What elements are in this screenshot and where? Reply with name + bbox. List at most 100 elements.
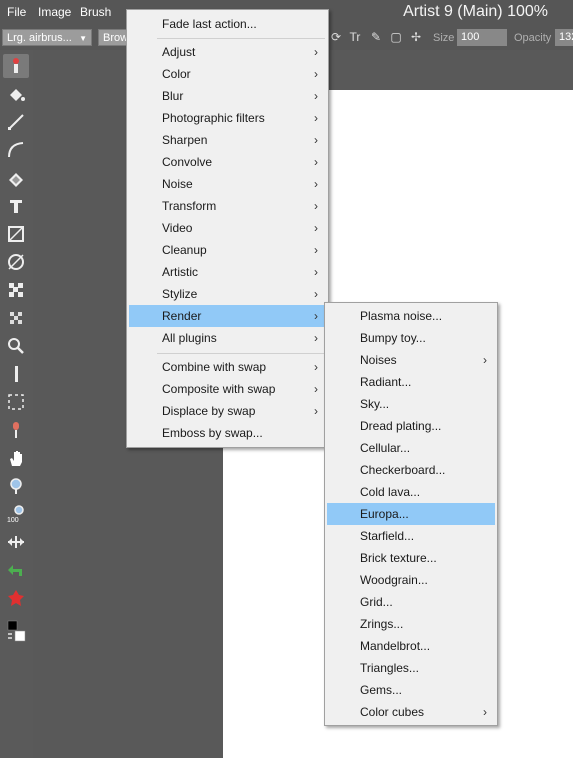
rotate-icon[interactable]: ⟳ [329,30,343,44]
menu-item-europa[interactable]: Europa... [327,503,495,525]
menu-item-plasma-noise[interactable]: Plasma noise... [327,305,495,327]
pattern-tool[interactable] [3,306,29,330]
menu-item-cold-lava[interactable]: Cold lava... [327,481,495,503]
menu-item-label: Color cubes [360,705,425,719]
clear-tool[interactable] [3,586,29,610]
color-swatches[interactable] [3,616,29,646]
browse-combo[interactable]: Brow [98,29,128,46]
menu-item-label: Combine with swap [162,360,267,374]
eraser-icon [9,173,23,187]
menu-item-stylize[interactable]: Stylize › [129,283,326,305]
menu-item-convolve[interactable]: Convolve › [129,151,326,173]
menu-item-all-plugins[interactable]: All plugins › [129,327,326,349]
magnifier-tool[interactable] [3,334,29,358]
menu-item-bumpy-toy[interactable]: Bumpy toy... [327,327,495,349]
menu-item-photographic-filters[interactable]: Photographic filters › [129,107,326,129]
chevron-right-icon: › [314,45,318,59]
menu-item-dread-plating[interactable]: Dread plating... [327,415,495,437]
menu-image[interactable]: Image [38,5,71,19]
smudge-icon [13,422,19,438]
opacity-field[interactable]: 132 [555,29,573,46]
menu-item-grid[interactable]: Grid... [327,591,495,613]
text-icon [10,200,22,213]
zoom-100-tool[interactable]: 100 [3,502,29,526]
opacity-label: Opacity [514,32,552,44]
stamp-icon[interactable]: ✎ [369,30,383,44]
menu-item-render[interactable]: Render › [129,305,326,327]
square-icon[interactable]: ▢ [389,30,403,44]
undo-tool[interactable] [3,558,29,582]
selection-tool[interactable] [3,390,29,414]
chevron-right-icon: › [483,353,487,367]
menu-item-transform[interactable]: Transform › [129,195,326,217]
menu-item-displace-by-swap[interactable]: Displace by swap › [129,400,326,422]
menu-item-woodgrain[interactable]: Woodgrain... [327,569,495,591]
chevron-right-icon: › [314,111,318,125]
chevron-right-icon: › [314,331,318,345]
menu-item-label: Mandelbrot... [360,639,431,653]
menu-item-adjust[interactable]: Adjust › [129,41,326,63]
chevron-right-icon: › [314,155,318,169]
menu-item-brick-texture[interactable]: Brick texture... [327,547,495,569]
menu-item-mandelbrot[interactable]: Mandelbrot... [327,635,495,657]
fit-tool[interactable] [3,530,29,554]
menu-item-noise[interactable]: Noise › [129,173,326,195]
menu-item-fade[interactable]: Fade last action... [129,13,326,35]
menu-item-triangles[interactable]: Triangles... [327,657,495,679]
menu-item-starfield[interactable]: Starfield... [327,525,495,547]
menu-item-combine-with-swap[interactable]: Combine with swap › [129,356,326,378]
menu-item-sky[interactable]: Sky... [327,393,495,415]
menu-item-label: Displace by swap [162,404,256,418]
menu-item-label: Europa... [360,507,409,521]
menu-item-color-cubes[interactable]: Color cubes › [327,701,495,723]
menu-item-zrings[interactable]: Zrings... [327,613,495,635]
menu-item-radiant[interactable]: Radiant... [327,371,495,393]
menu-separator [157,353,325,354]
chevron-right-icon: › [314,89,318,103]
menu-item-label: Color [162,67,191,81]
smudge-tool[interactable] [3,418,29,442]
menu-item-composite-with-swap[interactable]: Composite with swap › [129,378,326,400]
menu-item-label: Fade last action... [162,17,257,31]
browse-combo-value: Brow [103,32,129,44]
menu-item-label: Artistic [162,265,198,279]
chevron-right-icon: › [314,287,318,301]
menu-item-cleanup[interactable]: Cleanup › [129,239,326,261]
eyedropper-tool[interactable] [3,362,29,386]
menu-item-color[interactable]: Color › [129,63,326,85]
zoom-tool[interactable] [3,474,29,498]
crosshair-icon[interactable]: ✢ [409,30,423,44]
text-tool-icon[interactable]: Tr [348,30,362,44]
checker-tool[interactable] [3,278,29,302]
airbrush-tool[interactable] [3,54,29,78]
menu-item-noises[interactable]: Noises › [327,349,495,371]
hand-tool[interactable] [3,446,29,470]
chevron-right-icon: › [314,221,318,235]
rectangle-tool[interactable] [3,222,29,246]
chevron-right-icon: › [314,382,318,396]
menu-item-cellular[interactable]: Cellular... [327,437,495,459]
menu-file[interactable]: File [7,5,26,19]
menu-item-checkerboard[interactable]: Checkerboard... [327,459,495,481]
menu-item-label: Cellular... [360,441,411,455]
brush-combo[interactable]: Lrg. airbrus... ▼ [2,29,92,46]
menu-item-artistic[interactable]: Artistic › [129,261,326,283]
size-field[interactable]: 100 [457,29,507,46]
line-tool[interactable] [3,110,29,134]
eraser-tool[interactable] [3,166,29,190]
menu-item-video[interactable]: Video › [129,217,326,239]
chevron-right-icon: › [314,177,318,191]
menu-item-emboss-by-swap[interactable]: Emboss by swap... [129,422,326,444]
menu-item-gems[interactable]: Gems... [327,679,495,701]
menu-item-blur[interactable]: Blur › [129,85,326,107]
filter-menu: Fade last action... Adjust › Color › Blur › Ph… [126,9,329,448]
curve-tool[interactable] [3,138,29,162]
menu-brush[interactable]: Brush [80,5,111,19]
text-tool[interactable] [3,194,29,218]
chevron-right-icon: › [314,265,318,279]
fill-tool[interactable] [3,82,29,106]
chevron-right-icon: › [483,705,487,719]
ellipse-tool[interactable] [3,250,29,274]
ellipse-icon [8,254,24,270]
menu-item-sharpen[interactable]: Sharpen › [129,129,326,151]
